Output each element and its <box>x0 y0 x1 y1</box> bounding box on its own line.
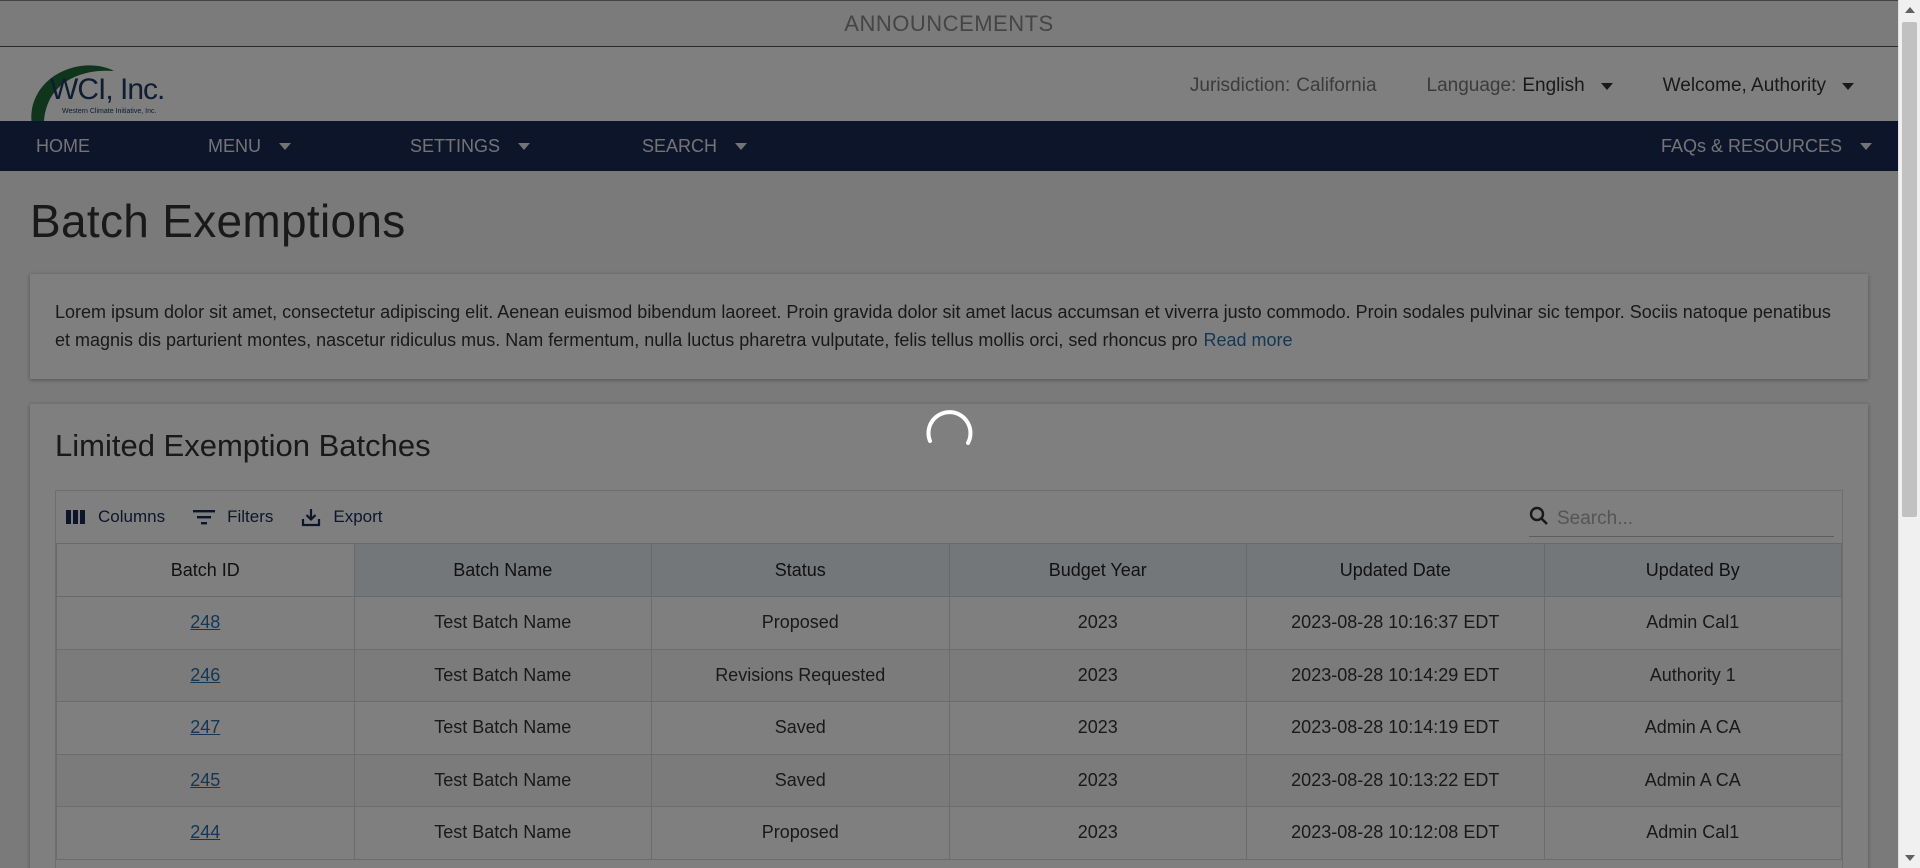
page-scrollbar[interactable] <box>1898 0 1920 868</box>
scroll-up-arrow-icon[interactable] <box>1899 0 1920 20</box>
scroll-down-arrow-icon[interactable] <box>1899 848 1920 868</box>
loading-spinner-icon <box>926 410 973 445</box>
loading-overlay <box>0 0 1898 868</box>
scrollbar-thumb[interactable] <box>1902 22 1917 517</box>
